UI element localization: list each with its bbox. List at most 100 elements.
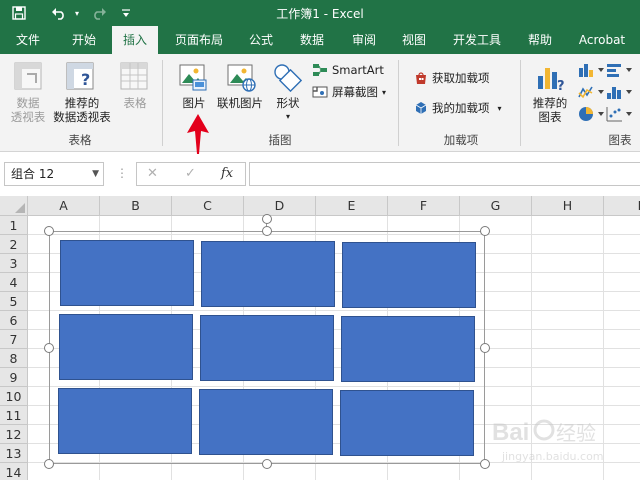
resize-handle-left[interactable] bbox=[44, 343, 54, 353]
baidu-watermark-logo: Bai 经验 jingyan.baidu.com bbox=[490, 408, 630, 468]
column-header-h[interactable]: H bbox=[532, 196, 604, 216]
get-addins-button[interactable]: 获取加载项 bbox=[414, 68, 490, 88]
store-icon bbox=[416, 72, 426, 84]
tab-page-layout[interactable]: 页面布局 bbox=[166, 26, 232, 54]
resize-handle-top-right[interactable] bbox=[480, 226, 490, 236]
column-header-d[interactable]: D bbox=[244, 196, 316, 216]
picture-icon bbox=[178, 62, 208, 95]
ribbon-insert: 数据 透视表 ? 推荐的 数据透视表 表格 表格 图片 联机图片 形状 ▾ Sm… bbox=[0, 54, 640, 152]
group-label-charts: 图表 bbox=[608, 133, 632, 147]
row-header-7[interactable]: 7 bbox=[0, 330, 28, 349]
svg-text:经验: 经验 bbox=[556, 421, 596, 445]
row-header-5[interactable]: 5 bbox=[0, 292, 28, 311]
smartart-icon bbox=[313, 64, 327, 76]
tab-file[interactable]: 文件 bbox=[4, 26, 52, 54]
online-picture-icon bbox=[226, 62, 256, 95]
row-header-1[interactable]: 1 bbox=[0, 216, 28, 235]
shapes-button[interactable]: 形状 bbox=[270, 96, 306, 110]
screenshot-button[interactable]: 屏幕截图 ▾ bbox=[312, 82, 386, 102]
column-header-i[interactable]: I bbox=[604, 196, 640, 216]
row-header-14[interactable]: 14 bbox=[0, 463, 28, 480]
row-header-10[interactable]: 10 bbox=[0, 387, 28, 406]
shapes-icon bbox=[272, 62, 303, 95]
row-header-4[interactable]: 4 bbox=[0, 273, 28, 292]
row-header-8[interactable]: 8 bbox=[0, 349, 28, 368]
shapes-dropdown-icon[interactable]: ▾ bbox=[282, 110, 294, 124]
name-box-value: 组合 12 bbox=[11, 167, 55, 181]
group-label-addins: 加载项 bbox=[443, 133, 479, 147]
tab-developer[interactable]: 开发工具 bbox=[444, 26, 510, 54]
svg-text:?: ? bbox=[557, 79, 565, 92]
hierarchy-chart-icon[interactable] bbox=[606, 84, 636, 103]
resize-handle-bottom-left[interactable] bbox=[44, 459, 54, 469]
row-header-9[interactable]: 9 bbox=[0, 368, 28, 387]
window-title: 工作簿1 - Excel bbox=[276, 7, 364, 21]
resize-handle-bottom-right[interactable] bbox=[480, 459, 490, 469]
screenshot-dropdown-icon: ▾ bbox=[382, 87, 387, 97]
group-separator bbox=[398, 60, 399, 146]
column-chart-icon[interactable] bbox=[578, 62, 606, 81]
rotation-handle[interactable] bbox=[262, 214, 272, 224]
recommended-pivot-icon: ? bbox=[66, 62, 94, 93]
formula-input[interactable] bbox=[249, 162, 640, 186]
formula-buttons: ✕ ✓ fx bbox=[136, 162, 246, 186]
title-bar: ▾ 工作簿1 - Excel bbox=[0, 0, 640, 26]
group-label-illustrations: 插图 bbox=[268, 133, 292, 147]
pie-chart-icon[interactable] bbox=[578, 106, 606, 125]
pivot-table-button[interactable]: 数据 透视表 bbox=[4, 96, 52, 124]
svg-text:Bai: Bai bbox=[492, 419, 529, 446]
row-header-6[interactable]: 6 bbox=[0, 311, 28, 330]
row-header-12[interactable]: 12 bbox=[0, 425, 28, 444]
row-header-2[interactable]: 2 bbox=[0, 235, 28, 254]
column-header-b[interactable]: B bbox=[100, 196, 172, 216]
bar-chart-icon[interactable] bbox=[606, 62, 636, 81]
scatter-chart-icon[interactable] bbox=[606, 106, 636, 125]
tab-review[interactable]: 审阅 bbox=[342, 26, 386, 54]
svg-text:?: ? bbox=[81, 70, 90, 89]
my-addins-dropdown-icon: ▾ bbox=[497, 103, 502, 113]
group-selection-frame bbox=[49, 231, 485, 464]
resize-handle-bottom[interactable] bbox=[262, 459, 272, 469]
enter-icon[interactable]: ✓ bbox=[185, 166, 196, 181]
column-header-a[interactable]: A bbox=[28, 196, 100, 216]
resize-handle-top-left[interactable] bbox=[44, 226, 54, 236]
recommended-pivot-button[interactable]: 推荐的 数据透视表 bbox=[52, 96, 112, 124]
table-button[interactable]: 表格 bbox=[116, 96, 154, 110]
online-pictures-button[interactable]: 联机图片 bbox=[214, 96, 266, 110]
resize-handle-right[interactable] bbox=[480, 343, 490, 353]
tab-acrobat[interactable]: Acrobat bbox=[570, 26, 634, 54]
column-header-g[interactable]: G bbox=[460, 196, 532, 216]
table-icon bbox=[120, 62, 148, 93]
recommended-charts-icon: ? bbox=[536, 62, 566, 95]
name-box[interactable]: 组合 12 ▼ bbox=[4, 162, 104, 186]
my-addins-icon bbox=[415, 102, 427, 114]
tab-formulas[interactable]: 公式 bbox=[240, 26, 282, 54]
name-box-dropdown-icon[interactable]: ▼ bbox=[92, 163, 99, 185]
group-separator bbox=[520, 60, 521, 146]
column-header-f[interactable]: F bbox=[388, 196, 460, 216]
formula-bar-grip-icon: ⋮ bbox=[116, 166, 128, 180]
insert-function-icon[interactable]: fx bbox=[221, 166, 233, 181]
screenshot-label: 屏幕截图 bbox=[332, 85, 378, 99]
select-all-triangle-icon bbox=[15, 203, 25, 213]
recommended-charts-button[interactable]: 推荐的 图表 bbox=[526, 96, 574, 124]
row-header-3[interactable]: 3 bbox=[0, 254, 28, 273]
resize-handle-top[interactable] bbox=[262, 226, 272, 236]
screenshot-icon bbox=[312, 86, 328, 98]
pictures-button[interactable]: 图片 bbox=[174, 96, 214, 110]
tab-view[interactable]: 视图 bbox=[392, 26, 436, 54]
row-header-11[interactable]: 11 bbox=[0, 406, 28, 425]
column-header-e[interactable]: E bbox=[316, 196, 388, 216]
row-header-13[interactable]: 13 bbox=[0, 444, 28, 463]
tab-insert[interactable]: 插入 bbox=[112, 26, 158, 54]
pivot-table-icon bbox=[14, 62, 42, 93]
tab-home[interactable]: 开始 bbox=[58, 26, 110, 54]
smartart-label: SmartArt bbox=[332, 63, 384, 77]
cancel-icon[interactable]: ✕ bbox=[147, 166, 158, 181]
tab-data[interactable]: 数据 bbox=[290, 26, 334, 54]
my-addins-button[interactable]: 我的加载项 ▾ bbox=[414, 98, 502, 118]
line-chart-icon[interactable] bbox=[578, 84, 606, 103]
column-header-c[interactable]: C bbox=[172, 196, 244, 216]
smartart-button[interactable]: SmartArt bbox=[312, 60, 384, 80]
tab-help[interactable]: 帮助 bbox=[518, 26, 562, 54]
